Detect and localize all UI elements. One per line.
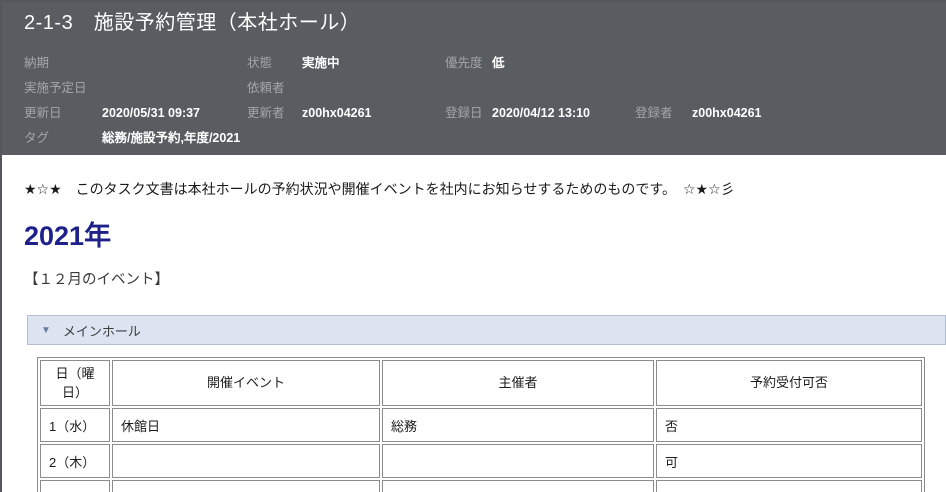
year-heading: 2021年 — [24, 221, 112, 251]
priority-label: 優先度 — [445, 56, 483, 70]
priority-value: 低 — [492, 56, 505, 70]
cell-availability — [656, 480, 922, 492]
cell-day: 1（水） — [40, 408, 110, 442]
status-value: 実施中 — [302, 56, 340, 70]
section-title: メインホール — [62, 323, 141, 339]
cell-day: 2（木） — [40, 444, 110, 478]
table-header-row: 日（曜日） 開催イベント 主催者 予約受付可否 — [40, 360, 922, 406]
registrant-label: 登録者 — [635, 106, 673, 120]
month-heading: 【１２月のイベント】 — [24, 272, 169, 288]
document-page: 2-1-3 施設予約管理（本社ホール） 納期 状態 実施中 優先度 低 実施予定… — [0, 0, 946, 492]
collapse-triangle-icon: ▼ — [41, 324, 51, 336]
meta-row-schedule: 実施予定日 依頼者 — [24, 76, 946, 101]
section-header-main-hall[interactable]: ▼ メインホール — [27, 315, 946, 345]
updated-label: 更新日 — [24, 106, 62, 120]
table-row — [40, 480, 922, 492]
cell-organizer — [382, 444, 654, 478]
tags-label: タグ — [24, 131, 50, 145]
col-header-availability: 予約受付可否 — [656, 360, 922, 406]
col-header-event: 開催イベント — [112, 360, 380, 406]
deadline-label: 納期 — [24, 56, 50, 70]
updater-value: z00hx04261 — [302, 106, 372, 120]
cell-organizer: 総務 — [382, 408, 654, 442]
meta-row-status: 納期 状態 実施中 優先度 低 — [24, 51, 946, 76]
table-row: 1（水） 休館日 総務 否 — [40, 408, 922, 442]
notice-text: ★☆★ このタスク文書は本社ホールの予約状況や開催イベントを社内にお知らせするた… — [24, 181, 735, 197]
cell-event: 休館日 — [112, 408, 380, 442]
col-header-day: 日（曜日） — [40, 360, 110, 406]
meta-row-tags: タグ 総務/施設予約,年度/2021 — [24, 126, 946, 151]
scheduled-date-label: 実施予定日 — [24, 81, 87, 95]
events-table: 日（曜日） 開催イベント 主催者 予約受付可否 1（水） 休館日 総務 否 2（… — [37, 357, 925, 492]
registrant-value: z00hx04261 — [692, 106, 762, 120]
document-body: ★☆★ このタスク文書は本社ホールの予約状況や開催イベントを社内にお知らせするた… — [2, 179, 946, 492]
cell-availability: 否 — [656, 408, 922, 442]
updater-label: 更新者 — [247, 106, 285, 120]
cell-availability: 可 — [656, 444, 922, 478]
registered-value: 2020/04/12 13:10 — [492, 106, 591, 120]
requester-label: 依頼者 — [247, 81, 285, 95]
cell-event — [112, 480, 380, 492]
cell-event — [112, 444, 380, 478]
document-header: 2-1-3 施設予約管理（本社ホール） 納期 状態 実施中 優先度 低 実施予定… — [2, 2, 946, 155]
table-row: 2（木） 可 — [40, 444, 922, 478]
status-label: 状態 — [247, 56, 273, 70]
page-title: 2-1-3 施設予約管理（本社ホール） — [24, 12, 361, 34]
cell-day — [40, 480, 110, 492]
meta-row-dates: 更新日 2020/05/31 09:37 更新者 z00hx04261 登録日 … — [24, 101, 946, 126]
cell-organizer — [382, 480, 654, 492]
updated-value: 2020/05/31 09:37 — [102, 106, 201, 120]
registered-label: 登録日 — [445, 106, 483, 120]
tags-value: 総務/施設予約,年度/2021 — [102, 131, 241, 145]
col-header-organizer: 主催者 — [382, 360, 654, 406]
